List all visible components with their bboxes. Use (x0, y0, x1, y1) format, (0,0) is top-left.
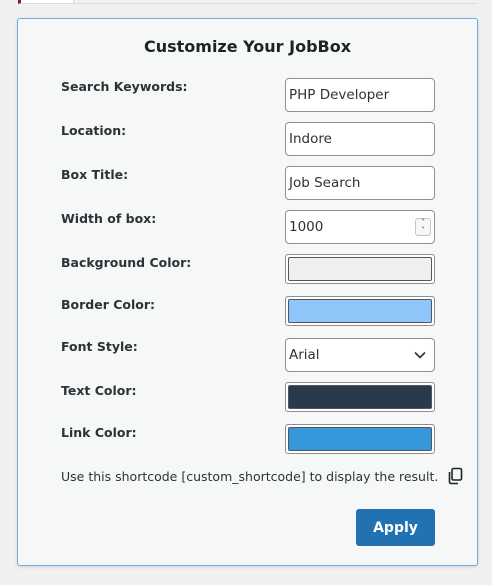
width-number-input[interactable]: 1000 ˄ ˅ (285, 210, 435, 244)
box-title-input[interactable]: Job Search (285, 166, 435, 200)
panel-title: Customize Your JobBox (143, 37, 352, 56)
link-color-label: Link Color: (61, 425, 137, 440)
background-color-label: Background Color: (61, 255, 192, 270)
search-keywords-input[interactable]: PHP Developer (285, 78, 435, 112)
background-color-swatch (288, 257, 432, 281)
font-style-select[interactable]: Arial (285, 338, 435, 372)
box-title-label: Box Title: (61, 167, 129, 182)
text-color-label: Text Color: (61, 383, 137, 398)
border-color-label: Border Color: (61, 297, 156, 312)
location-input[interactable]: Indore (285, 122, 435, 156)
location-value: Indore (289, 131, 332, 147)
number-stepper[interactable]: ˄ ˅ (415, 218, 431, 236)
shortcode-text: Use this shortcode [custom_shortcode] to… (61, 468, 439, 484)
text-color-picker[interactable] (285, 382, 435, 412)
width-value: 1000 (289, 219, 324, 235)
stepper-down-icon[interactable]: ˅ (416, 227, 430, 235)
apply-button[interactable]: Apply (356, 509, 435, 546)
background-color-picker[interactable] (285, 254, 435, 284)
search-keywords-label: Search Keywords: (61, 79, 188, 94)
width-label: Width of box: (61, 211, 157, 226)
top-tab-strip (0, 0, 492, 5)
border-color-picker[interactable] (285, 296, 435, 326)
copy-icon[interactable] (446, 467, 464, 485)
box-title-value: Job Search (289, 175, 361, 191)
chevron-down-icon (414, 351, 426, 359)
jobbox-customizer-panel: Customize Your JobBox Search Keywords: P… (17, 18, 478, 566)
active-tab-edge (18, 0, 74, 4)
link-color-swatch (288, 427, 432, 451)
tab-divider-line (74, 3, 478, 4)
text-color-swatch (288, 385, 432, 409)
search-keywords-value: PHP Developer (289, 87, 390, 103)
font-style-value: Arial (289, 347, 320, 363)
link-color-picker[interactable] (285, 424, 435, 454)
shortcode-hint: Use this shortcode [custom_shortcode] to… (61, 467, 464, 485)
location-label: Location: (61, 123, 127, 138)
border-color-swatch (288, 299, 432, 323)
font-style-label: Font Style: (61, 339, 138, 354)
